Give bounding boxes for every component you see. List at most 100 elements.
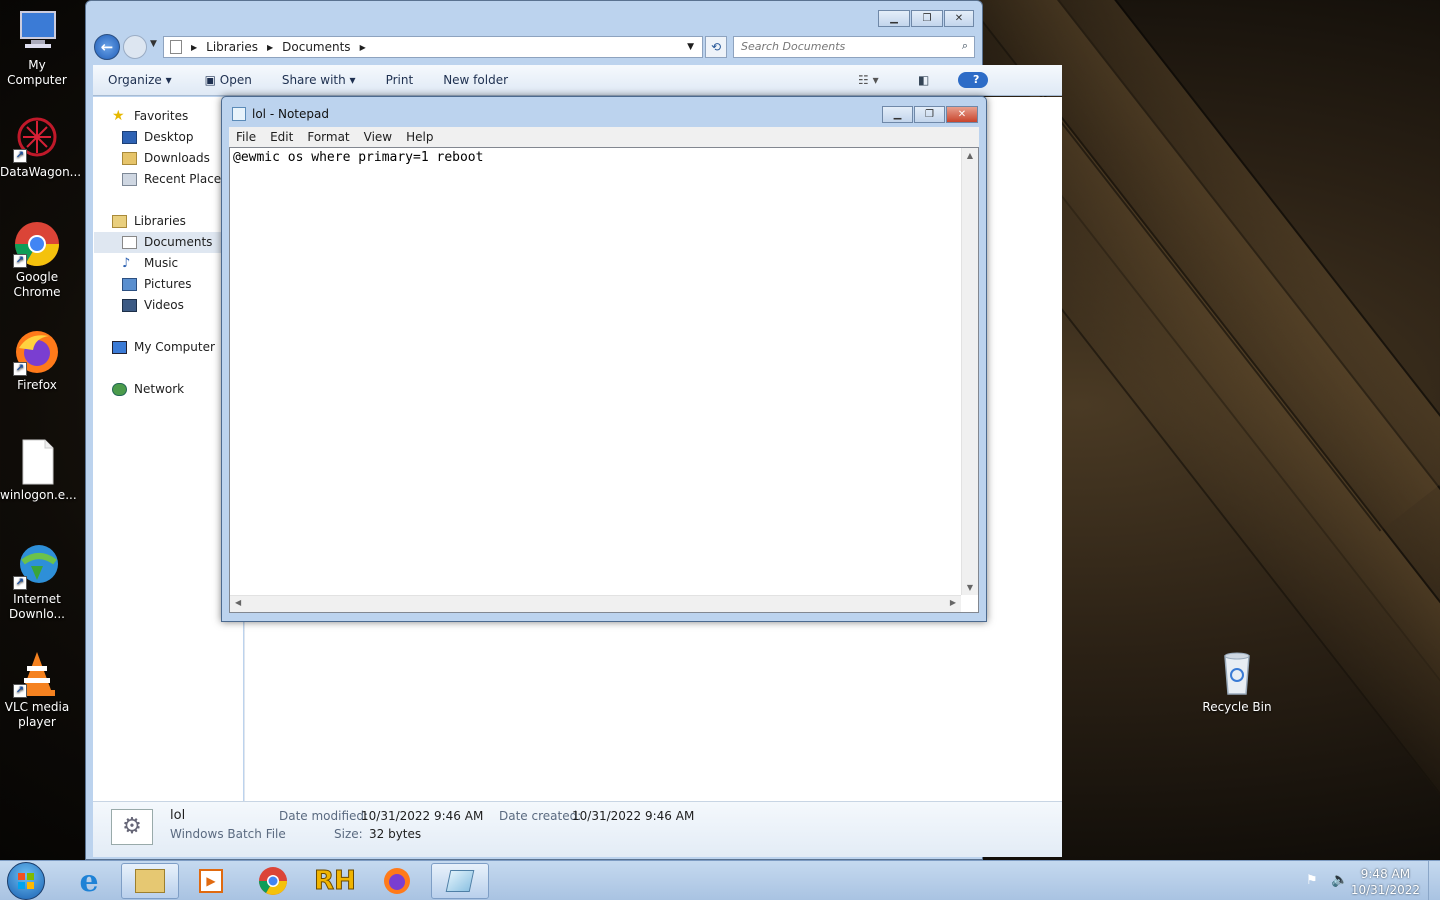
nav-desktop[interactable]: Desktop — [122, 130, 194, 144]
vertical-scrollbar[interactable]: ▲ ▼ — [961, 148, 978, 595]
notepad-maximize-button[interactable]: ❐ — [914, 106, 945, 123]
notepad-minimize-button[interactable]: ▁ — [882, 106, 913, 123]
desktop-icon-recycle-bin[interactable]: Recycle Bin — [1200, 650, 1274, 715]
clock-date: 10/31/2022 — [1350, 883, 1420, 897]
notepad-menu-bar: File Edit Format View Help — [229, 127, 979, 147]
horizontal-scrollbar[interactable]: ◀ ▶ — [230, 595, 961, 612]
desktop-icon-datawagon[interactable]: ↗ DataWagon... — [0, 115, 82, 180]
back-button[interactable]: ← — [94, 34, 120, 60]
search-input[interactable]: Search Documents ⌕ — [733, 36, 975, 58]
scroll-up-icon[interactable]: ▲ — [962, 151, 978, 160]
desktop-icon — [122, 130, 137, 144]
minimize-button[interactable]: ▁ — [878, 10, 910, 27]
desktop-icon-label: DataWagon... — [0, 165, 82, 179]
start-orb-icon[interactable] — [7, 862, 45, 900]
music-icon: ♪ — [122, 255, 131, 271]
taskbar-media-player[interactable]: ▶ — [182, 863, 240, 899]
notepad-text-area[interactable]: @ewmic os where primary=1 reboot ▲ ▼ ◀ ▶ — [229, 147, 979, 613]
nav-network[interactable]: Network — [112, 382, 184, 396]
print-button[interactable]: Print — [371, 73, 429, 87]
nav-label: Desktop — [144, 130, 194, 144]
internet-explorer-icon: e — [79, 863, 99, 899]
desktop-icon-winlogon[interactable]: winlogon.e... — [0, 438, 77, 503]
breadcrumb-documents[interactable]: Documents — [282, 40, 350, 54]
share-with-button[interactable]: Share with ▾ — [267, 73, 371, 87]
notepad-title: lol - Notepad — [252, 107, 329, 121]
preview-pane-icon[interactable]: ◧ — [903, 73, 944, 87]
detail-date-modified-label: Date modified: — [279, 809, 369, 823]
shortcut-arrow-icon: ↗ — [13, 362, 27, 376]
desktop-icon-vlc[interactable]: ↗ VLC media player — [0, 650, 74, 730]
maximize-button[interactable]: ❐ — [911, 10, 943, 27]
desktop-icon-label: Firefox — [17, 378, 57, 392]
menu-edit[interactable]: Edit — [263, 130, 300, 144]
organize-button[interactable]: Organize ▾ — [93, 73, 187, 87]
new-folder-button[interactable]: New folder — [428, 73, 523, 87]
close-button[interactable]: ✕ — [944, 10, 974, 27]
desktop-icon-my-computer[interactable]: My Computer — [0, 8, 74, 88]
caption-buttons: ▁ ❐ ✕ — [878, 10, 974, 27]
taskbar-chrome[interactable] — [244, 863, 302, 899]
taskbar-rh[interactable]: RH — [306, 863, 364, 899]
media-player-icon: ▶ — [199, 869, 223, 893]
taskbar-firefox[interactable] — [368, 863, 426, 899]
desktop-icon-label: Google Chrome — [13, 270, 61, 299]
computer-icon — [112, 340, 127, 354]
view-options-icon[interactable]: ☷ ▾ — [843, 73, 894, 87]
open-button[interactable]: ▣ Open — [187, 73, 267, 87]
nav-my-computer[interactable]: My Computer — [112, 340, 215, 354]
clock-time: 9:48 AM — [1360, 867, 1411, 881]
address-dropdown-icon[interactable]: ▼ — [687, 42, 694, 52]
search-placeholder: Search Documents — [741, 40, 846, 53]
taskbar-internet-explorer[interactable]: e — [60, 863, 118, 899]
taskbar-file-explorer[interactable] — [121, 863, 179, 899]
action-center-icon[interactable]: ⚑ — [1306, 873, 1318, 888]
batch-file-gear-icon: ⚙ — [111, 809, 153, 845]
nav-favorites[interactable]: ★ Favorites — [112, 107, 188, 124]
chrome-icon — [259, 867, 287, 895]
nav-libraries[interactable]: Libraries — [112, 214, 186, 228]
recent-pages-dropdown-icon[interactable]: ▼ — [150, 39, 157, 49]
help-icon[interactable]: ? — [943, 72, 1003, 88]
nav-videos[interactable]: Videos — [122, 298, 184, 312]
forward-button[interactable] — [123, 35, 147, 59]
scroll-left-icon[interactable]: ◀ — [235, 598, 241, 607]
nav-label: Recent Places — [144, 172, 228, 186]
desktop-icon-google-chrome[interactable]: ↗ Google Chrome — [0, 220, 74, 300]
clock[interactable]: 9:48 AM 10/31/2022 — [1351, 866, 1420, 898]
address-bar[interactable]: ▶ Libraries ▶ Documents ▶ ▼ — [163, 36, 703, 58]
volume-icon[interactable]: 🔈 — [1331, 872, 1348, 888]
notepad-window[interactable]: lol - Notepad ▁ ❐ ✕ File Edit Format Vie… — [221, 96, 987, 622]
nav-recent-places[interactable]: Recent Places — [122, 172, 227, 186]
menu-help[interactable]: Help — [399, 130, 440, 144]
taskbar-notepad[interactable] — [431, 863, 489, 899]
nav-label: Libraries — [134, 214, 186, 228]
refresh-icon[interactable]: ⟲ — [705, 36, 727, 58]
vlc-cone-icon: ↗ — [13, 650, 61, 698]
documents-icon — [122, 235, 137, 249]
show-desktop-button[interactable] — [1428, 861, 1440, 900]
nav-pictures[interactable]: Pictures — [122, 277, 192, 291]
notepad-caption-buttons: ▁ ❐ ✕ — [882, 106, 978, 123]
star-icon: ★ — [112, 107, 125, 124]
nav-documents[interactable]: Documents — [122, 235, 212, 249]
menu-format[interactable]: Format — [300, 130, 356, 144]
shortcut-arrow-icon: ↗ — [13, 149, 27, 163]
internet-download-manager-icon: ↗ — [13, 542, 61, 590]
breadcrumb-libraries[interactable]: Libraries — [206, 40, 258, 54]
nav-downloads[interactable]: Downloads — [122, 151, 210, 165]
scroll-right-icon[interactable]: ▶ — [950, 598, 956, 607]
videos-icon — [122, 298, 137, 312]
detail-file-type: Windows Batch File — [170, 827, 286, 841]
desktop-icon-internet-download[interactable]: ↗ Internet Downlo... — [0, 542, 74, 622]
share-with-label: Share with — [281, 73, 346, 87]
scroll-down-icon[interactable]: ▼ — [962, 583, 978, 592]
menu-file[interactable]: File — [229, 130, 263, 144]
breadcrumb-separator-icon: ▶ — [191, 42, 198, 52]
desktop-icon-firefox[interactable]: ↗ Firefox — [0, 328, 74, 393]
desktop-icon-label: Recycle Bin — [1202, 700, 1272, 714]
chrome-icon: ↗ — [13, 220, 61, 268]
nav-music[interactable]: ♪ Music — [122, 256, 178, 270]
menu-view[interactable]: View — [357, 130, 399, 144]
notepad-close-button[interactable]: ✕ — [946, 106, 978, 123]
